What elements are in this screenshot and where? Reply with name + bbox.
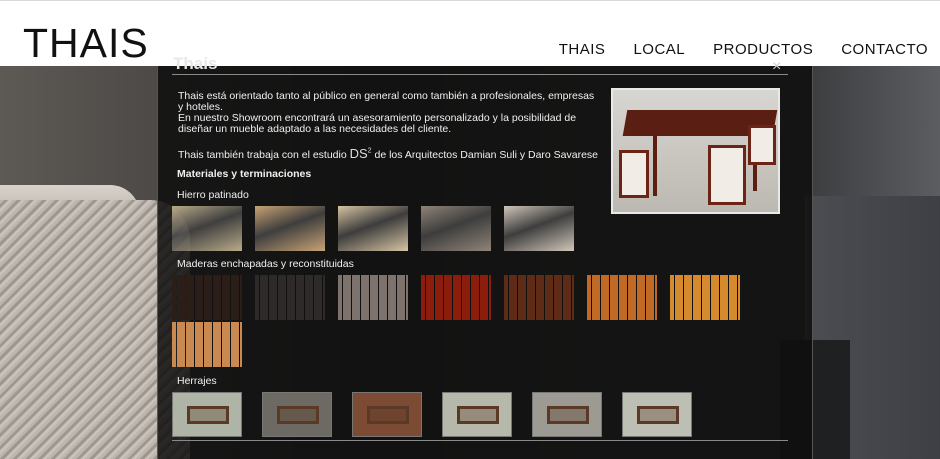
handle-shape: [547, 406, 589, 424]
handle-shape: [187, 406, 229, 424]
studio-logo: DS2: [349, 146, 372, 161]
handle-shape: [637, 406, 679, 424]
hardware-thumbnail[interactable]: [622, 392, 692, 437]
main-nav: THAIS LOCAL PRODUCTOS CONTACTO: [531, 41, 928, 59]
dining-table-photo: [611, 88, 780, 214]
section-label-herrajes: Herrajes: [177, 375, 217, 387]
intro-paragraph: En nuestro Showroom encontrará un asesor…: [178, 112, 577, 135]
material-swatch[interactable]: [172, 206, 242, 251]
material-swatch[interactable]: [504, 206, 574, 251]
intro-paragraph: Thais está orientado tanto al público en…: [178, 90, 595, 113]
photo-table-leg: [653, 136, 657, 196]
wood-swatch[interactable]: [670, 275, 740, 320]
hardware-thumbnail[interactable]: [532, 392, 602, 437]
material-swatch[interactable]: [421, 206, 491, 251]
material-swatch[interactable]: [338, 206, 408, 251]
materials-heading: Materiales y terminaciones: [177, 168, 312, 180]
material-swatch[interactable]: [255, 206, 325, 251]
wood-swatch[interactable]: [421, 275, 491, 320]
section-label-maderas: Maderas enchapadas y reconstituidas: [177, 258, 354, 270]
studio-suffix: de los Arquitectos Damian Suli y Daro Sa…: [371, 149, 599, 161]
section-label-hierro: Hierro patinado: [177, 189, 249, 201]
nav-item-local[interactable]: LOCAL: [633, 41, 685, 59]
intro-text: Thais está orientado tanto al público en…: [178, 91, 598, 135]
hardware-thumbnail[interactable]: [352, 392, 422, 437]
close-icon[interactable]: ×: [772, 59, 786, 75]
photo-chair: [708, 145, 746, 205]
hardware-thumbnail[interactable]: [262, 392, 332, 437]
divider: [172, 440, 788, 441]
photo-chair: [748, 125, 776, 165]
handle-shape: [457, 406, 499, 424]
hardware-thumbnail[interactable]: [172, 392, 242, 437]
photo-chair: [619, 150, 649, 198]
site-header: THAIS THAIS LOCAL PRODUCTOS CONTACTO: [0, 0, 940, 66]
wood-swatch[interactable]: [504, 275, 574, 320]
handle-shape: [277, 406, 319, 424]
wood-swatch[interactable]: [172, 275, 242, 320]
wood-swatch[interactable]: [255, 275, 325, 320]
studio-line: Thais también trabaja con el estudio DS2…: [178, 146, 598, 161]
nav-item-productos[interactable]: PRODUCTOS: [713, 41, 813, 59]
hardware-thumbnail[interactable]: [442, 392, 512, 437]
wood-swatch[interactable]: [587, 275, 657, 320]
site-logo[interactable]: THAIS: [23, 21, 149, 65]
nav-item-contacto[interactable]: CONTACTO: [841, 41, 928, 59]
divider: [172, 74, 788, 75]
wood-swatch[interactable]: [172, 322, 242, 367]
studio-prefix: Thais también trabaja con el estudio: [178, 149, 350, 161]
handle-shape: [367, 406, 409, 424]
panel-title: Thais: [173, 54, 218, 73]
wood-swatch[interactable]: [338, 275, 408, 320]
info-panel: Thais × Thais está orientado tanto al pú…: [157, 54, 813, 459]
nav-item-thais[interactable]: THAIS: [559, 41, 606, 59]
